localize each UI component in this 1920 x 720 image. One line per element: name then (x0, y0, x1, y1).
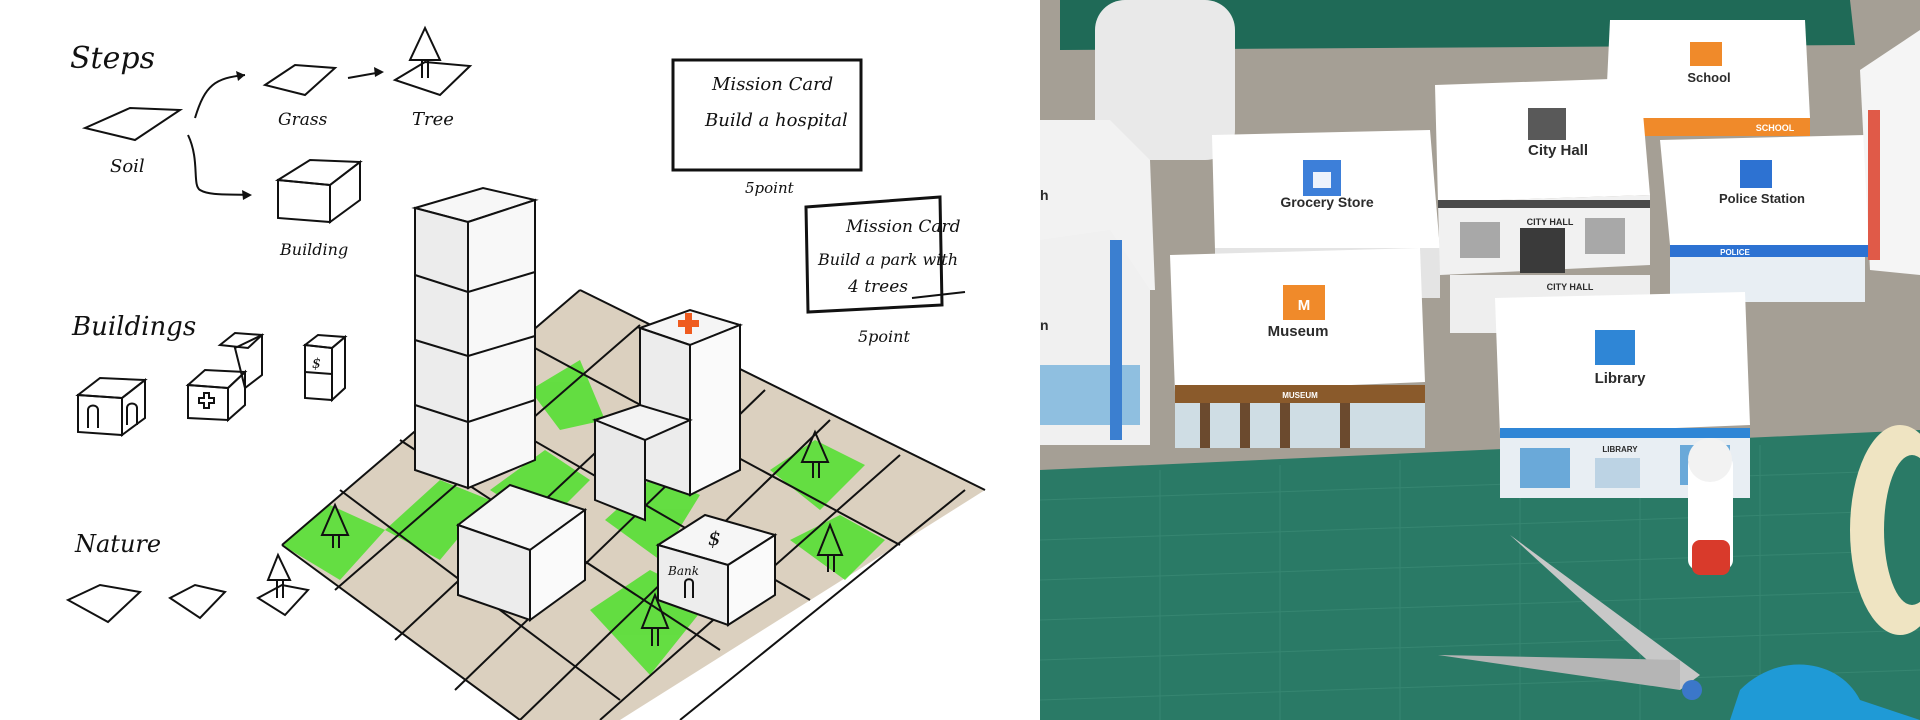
city-hall-icon (1528, 108, 1566, 140)
building-name: City Hall (1528, 142, 1588, 159)
mission-card-task: Build a park with (817, 250, 958, 269)
buildings-heading: Buildings (71, 312, 196, 342)
sketch-panel: Steps Soil Grass Tree Building Buildings… (0, 0, 1040, 720)
glue-stick (1688, 438, 1733, 575)
grass-tile (262, 63, 338, 97)
building-police-station: POLICE Police Station (1660, 135, 1870, 302)
soil-tile (81, 106, 184, 142)
graduation-cap-icon (1690, 42, 1722, 66)
facade-label: SCHOOL (1756, 123, 1795, 133)
mission-card-points: 5point (858, 327, 910, 346)
facade-label-2: CITY HALL (1547, 282, 1594, 292)
building-sketch (274, 158, 363, 224)
arrow-head (236, 71, 245, 81)
partial-building-right-edge (1860, 30, 1920, 275)
book-icon (1595, 330, 1635, 365)
building-museum: MUSEUM M Museum (1170, 248, 1425, 448)
building-name: Library (1595, 370, 1647, 387)
photo-panel: h n Grocery Store SCHOOL School CITY HAL… (1040, 0, 1920, 720)
arrow-to-building (187, 134, 249, 196)
hospital-sketch (185, 331, 265, 423)
nature-heading: Nature (74, 530, 161, 558)
soil-label: Soil (110, 156, 145, 177)
partial-building-label: h (1040, 187, 1049, 203)
building-name: Museum (1268, 323, 1329, 340)
building-city-hall: CITY HALL City Hall CITY HALL (1435, 78, 1650, 333)
nature-tiles (65, 552, 310, 624)
facade-label: CITY HALL (1527, 217, 1574, 227)
facade-label: LIBRARY (1602, 445, 1638, 454)
bank-sketch (302, 333, 348, 403)
partial-building-label: n (1040, 317, 1049, 333)
building-label: Building (279, 240, 348, 259)
arrow-to-grass (194, 74, 246, 119)
mission-card-title: Mission Card (711, 74, 833, 95)
arrow-head (374, 67, 384, 77)
bank-label: Bank (667, 564, 699, 578)
bank-dollar-sign: $ (708, 526, 721, 550)
mission-card-points: 5point (745, 179, 795, 197)
building-name: Grocery Store (1280, 194, 1374, 210)
tree-label: Tree (412, 109, 454, 130)
arrow-head (242, 190, 252, 200)
sketch-canvas: Steps Soil Grass Tree Building Buildings… (65, 25, 986, 720)
facade-label: POLICE (1720, 248, 1750, 257)
tree-tile (392, 25, 473, 97)
building-name: Police Station (1719, 191, 1805, 206)
mission-card-task: Build a hospital (704, 110, 848, 131)
steps-heading: Steps (70, 41, 155, 76)
stage: Steps Soil Grass Tree Building Buildings… (0, 0, 1920, 720)
building-name: School (1687, 70, 1730, 85)
bank-sketch-symbol: $ (312, 356, 321, 372)
photo-canvas: h n Grocery Store SCHOOL School CITY HAL… (1040, 0, 1920, 720)
grass-label: Grass (278, 110, 328, 130)
mission-card-2: Mission Card Build a park with 4 trees (804, 195, 966, 314)
mission-card-title: Mission Card (845, 217, 961, 237)
house-sketch (75, 376, 148, 437)
tall-tower (411, 186, 539, 490)
facade-label: MUSEUM (1282, 391, 1318, 400)
museum-icon-glyph: M (1298, 297, 1311, 314)
mission-card-1: Mission Card Build a hospital (671, 58, 863, 172)
mission-card-task-line2: 4 trees (847, 277, 908, 297)
police-badge-icon (1740, 160, 1772, 188)
